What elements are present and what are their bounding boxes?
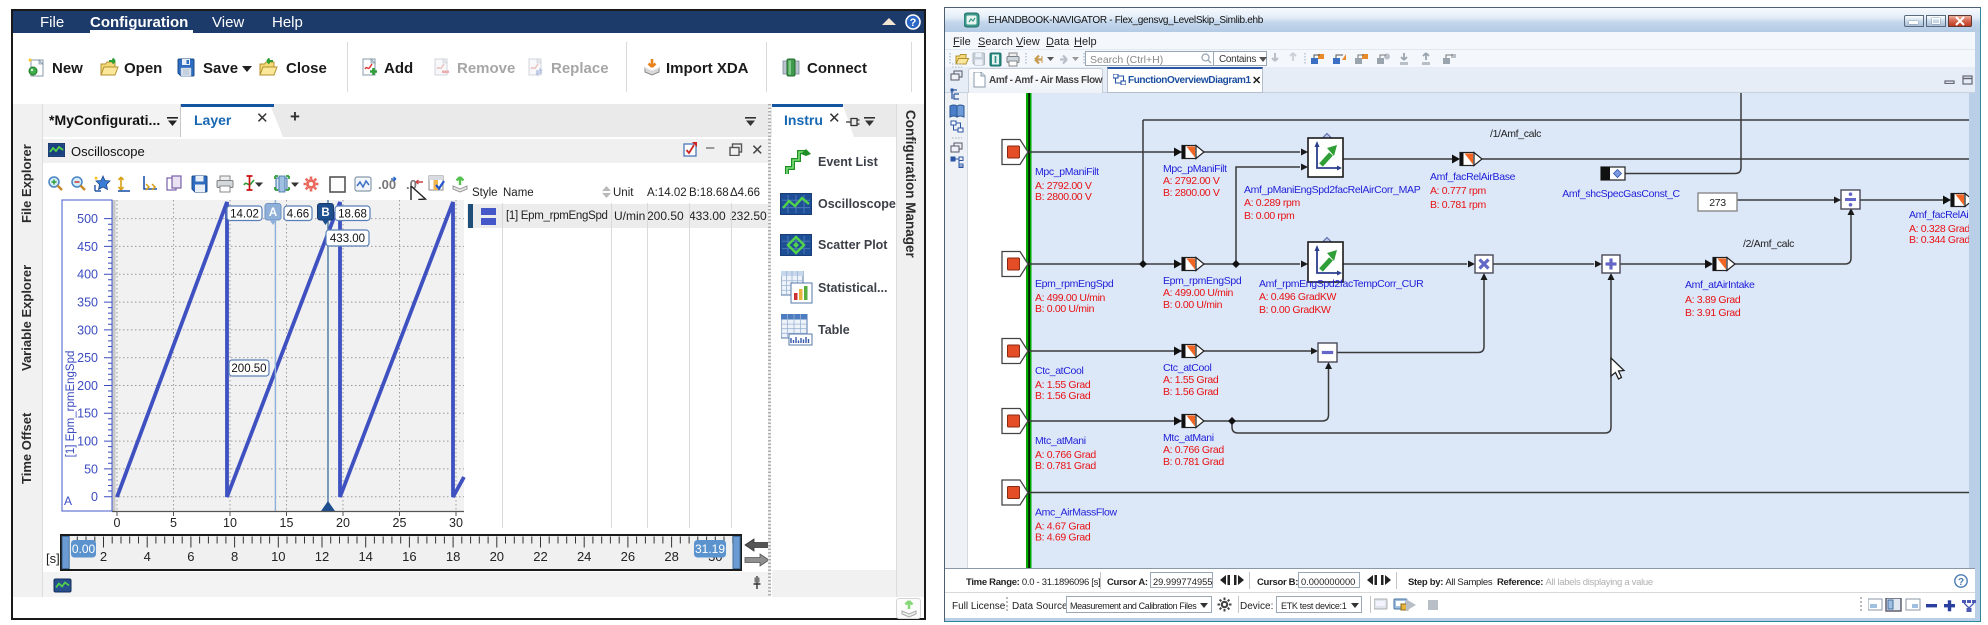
- svg-text:30: 30: [449, 516, 463, 530]
- svg-text:400: 400: [77, 268, 98, 282]
- svg-text:8: 8: [231, 549, 238, 564]
- svg-text:Amf_pManiEngSpd2facRelAirCorr_: Amf_pManiEngSpd2facRelAirCorr_MAP: [1244, 184, 1421, 196]
- svg-text:31.19: 31.19: [695, 542, 725, 556]
- svg-text:Amf_atAirIntake: Amf_atAirIntake: [1685, 279, 1755, 291]
- svg-text:A: 2792.00 V: A: 2792.00 V: [1163, 175, 1220, 187]
- svg-text:B: 0.00 U/min: B: 0.00 U/min: [1163, 299, 1223, 311]
- svg-text:100: 100: [77, 435, 98, 449]
- svg-text:20: 20: [336, 516, 350, 530]
- svg-text:500: 500: [77, 212, 98, 226]
- svg-text:B: 0.781 Grad: B: 0.781 Grad: [1035, 460, 1096, 472]
- svg-text:A: A: [64, 494, 72, 508]
- svg-text:B: 0.781 Grad: B: 0.781 Grad: [1163, 456, 1224, 468]
- svg-text:B: 4.69 Grad: B: 4.69 Grad: [1035, 532, 1091, 544]
- svg-text:A: 0.496 GradKW: A: 0.496 GradKW: [1259, 291, 1336, 303]
- svg-text:Amf_shcSpecGasConst_C: Amf_shcSpecGasConst_C: [1562, 188, 1680, 200]
- svg-text:Mpc_pManiFilt: Mpc_pManiFilt: [1163, 163, 1227, 175]
- svg-text:18: 18: [446, 549, 460, 564]
- svg-text:Mpc_pManiFilt: Mpc_pManiFilt: [1035, 166, 1099, 178]
- svg-text:A: A: [269, 207, 277, 219]
- svg-text:Amc_AirMassFlow: Amc_AirMassFlow: [1035, 507, 1117, 519]
- svg-text:15: 15: [280, 516, 294, 530]
- svg-text:50: 50: [84, 462, 98, 476]
- svg-text:24: 24: [577, 549, 591, 564]
- svg-text:433.00: 433.00: [330, 233, 365, 245]
- svg-text:B: 2800.00 V: B: 2800.00 V: [1163, 187, 1220, 199]
- svg-text:2: 2: [100, 549, 107, 564]
- svg-text:4: 4: [144, 549, 151, 564]
- svg-text:A: 0.777 rpm: A: 0.777 rpm: [1430, 185, 1487, 197]
- svg-text:20: 20: [490, 549, 504, 564]
- svg-text:Epm_rpmEngSpd: Epm_rpmEngSpd: [1163, 275, 1242, 287]
- svg-text:B: 0.781 rpm: B: 0.781 rpm: [1430, 199, 1487, 211]
- svg-text:B: B: [321, 207, 329, 219]
- svg-text:10: 10: [271, 549, 285, 564]
- svg-text:4.66: 4.66: [287, 209, 309, 221]
- svg-text:16: 16: [402, 549, 416, 564]
- svg-text:B: 3.91 Grad: B: 3.91 Grad: [1685, 307, 1741, 319]
- svg-text:350: 350: [77, 296, 98, 310]
- svg-text:0.00: 0.00: [72, 542, 96, 556]
- svg-text:Ctc_atCool: Ctc_atCool: [1163, 362, 1211, 374]
- svg-text:B: 1.56 Grad: B: 1.56 Grad: [1163, 386, 1219, 398]
- svg-text:B: 0.00 GradKW: B: 0.00 GradKW: [1259, 304, 1331, 316]
- svg-text:B: 2800.00 V: B: 2800.00 V: [1035, 191, 1092, 203]
- svg-text:B: 1.56 Grad: B: 1.56 Grad: [1035, 390, 1091, 402]
- svg-text:200: 200: [77, 379, 98, 393]
- svg-text:Mtc_atMani: Mtc_atMani: [1163, 432, 1214, 444]
- svg-text:0: 0: [114, 516, 121, 530]
- svg-text:200.50: 200.50: [231, 363, 266, 375]
- svg-text:14: 14: [358, 549, 372, 564]
- svg-text:28: 28: [664, 549, 678, 564]
- svg-text:150: 150: [77, 407, 98, 421]
- svg-text:/1/Amf_calc: /1/Amf_calc: [1490, 128, 1541, 140]
- svg-text:A: 499.00 U/min: A: 499.00 U/min: [1163, 287, 1234, 299]
- svg-text:10: 10: [223, 516, 237, 530]
- svg-text:B: 0.00 U/min: B: 0.00 U/min: [1035, 303, 1095, 315]
- svg-text:12: 12: [315, 549, 329, 564]
- svg-text:0: 0: [91, 490, 98, 504]
- svg-text:[s]: [s]: [46, 551, 60, 566]
- svg-text:A: 0.289 rpm: A: 0.289 rpm: [1244, 197, 1301, 209]
- svg-text:Mtc_atMani: Mtc_atMani: [1035, 435, 1086, 447]
- svg-text:450: 450: [77, 240, 98, 254]
- svg-text:/2/Amf_calc: /2/Amf_calc: [1743, 238, 1794, 250]
- svg-text:5: 5: [170, 516, 177, 530]
- svg-text:300: 300: [77, 323, 98, 337]
- svg-text:22: 22: [533, 549, 547, 564]
- svg-text:Amf_facRelAirBase: Amf_facRelAirBase: [1430, 171, 1516, 183]
- svg-text:[1] Epm_rpmEngSpd: [1] Epm_rpmEngSpd: [65, 351, 77, 458]
- svg-text:250: 250: [77, 351, 98, 365]
- svg-text:6: 6: [187, 549, 194, 564]
- svg-text:Amf_rpmEngSpd2facTempCorr_CUR: Amf_rpmEngSpd2facTempCorr_CUR: [1259, 278, 1424, 290]
- svg-text:A: 1.55 Grad: A: 1.55 Grad: [1163, 374, 1219, 386]
- svg-text:273: 273: [1709, 197, 1726, 209]
- svg-text:Ctc_atCool: Ctc_atCool: [1035, 365, 1083, 377]
- svg-text:B: 0.344 Grad: B: 0.344 Grad: [1909, 234, 1969, 246]
- svg-text:18.68: 18.68: [338, 209, 367, 221]
- svg-text:A: 0.766 Grad: A: 0.766 Grad: [1163, 444, 1224, 456]
- svg-text:25: 25: [393, 516, 407, 530]
- svg-text:?: ?: [1958, 577, 1964, 588]
- svg-text:A: 3.89 Grad: A: 3.89 Grad: [1685, 294, 1741, 306]
- svg-text:Epm_rpmEngSpd: Epm_rpmEngSpd: [1035, 278, 1114, 290]
- svg-text:B: 0.00 rpm: B: 0.00 rpm: [1244, 210, 1295, 222]
- svg-text:26: 26: [621, 549, 635, 564]
- svg-text:Amf_facRelAir: Amf_facRelAir: [1909, 209, 1969, 221]
- svg-text:14.02: 14.02: [230, 209, 259, 221]
